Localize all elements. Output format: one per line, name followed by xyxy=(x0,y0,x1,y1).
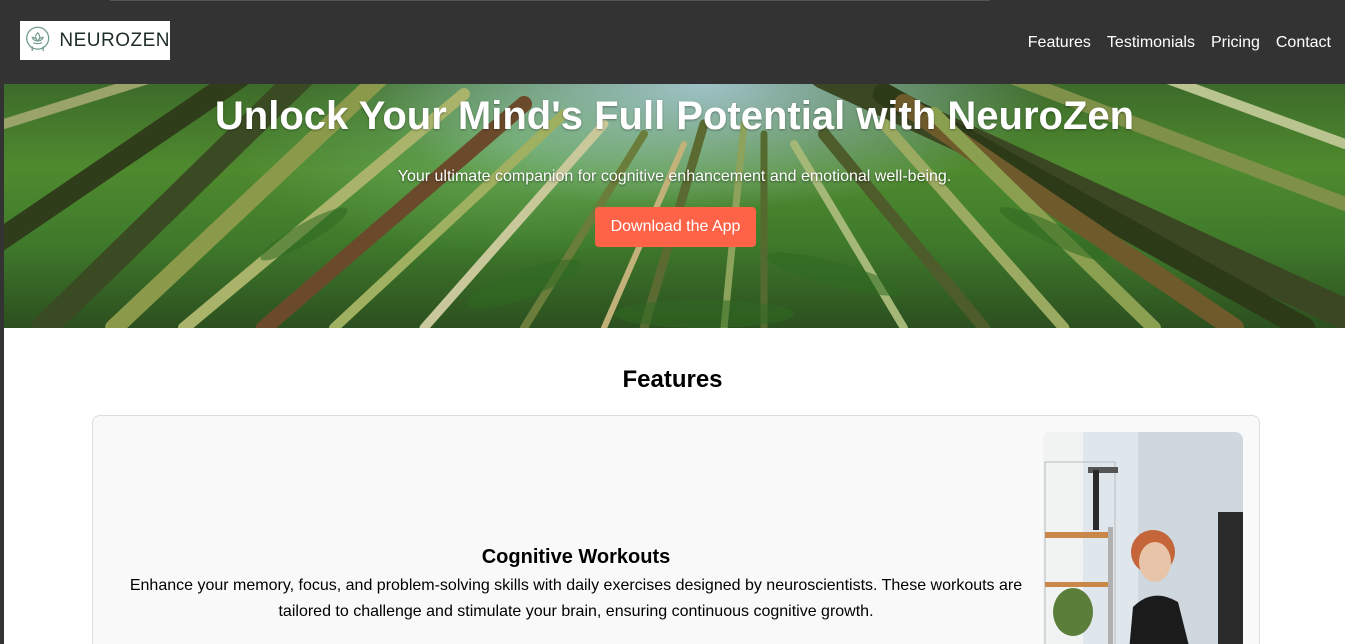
feature-card-title: Cognitive Workouts xyxy=(481,546,671,568)
logo-text: NEUROZEN xyxy=(59,29,170,51)
feature-card: Cognitive Workouts Enhance your memory, … xyxy=(92,415,1260,644)
hero-subtitle: Your ultimate companion for cognitive en… xyxy=(397,168,952,185)
nav-link-testimonials[interactable]: Testimonials xyxy=(1107,34,1195,52)
site-header: NEUROZEN Features Testimonials Pricing C… xyxy=(0,0,1345,84)
download-app-button[interactable]: Download the App xyxy=(595,207,756,247)
woman-workout-photo xyxy=(1043,432,1243,644)
nav-link-features[interactable]: Features xyxy=(1028,34,1091,52)
hero-title: Unlock Your Mind's Full Potential with N… xyxy=(214,94,1135,138)
logo[interactable]: NEUROZEN xyxy=(20,21,170,60)
feature-card-description: Enhance your memory, focus, and problem-… xyxy=(129,577,1023,620)
lotus-head-icon xyxy=(26,26,50,51)
features-heading: Features xyxy=(622,366,723,393)
feature-card-image xyxy=(1043,432,1243,644)
header-top-line xyxy=(110,0,990,1)
nav-link-contact[interactable]: Contact xyxy=(1276,34,1331,52)
nav-link-pricing[interactable]: Pricing xyxy=(1211,34,1260,52)
hero-section: Unlock Your Mind's Full Potential with N… xyxy=(4,84,1345,328)
main-nav: Features Testimonials Pricing Contact xyxy=(1028,34,1331,52)
